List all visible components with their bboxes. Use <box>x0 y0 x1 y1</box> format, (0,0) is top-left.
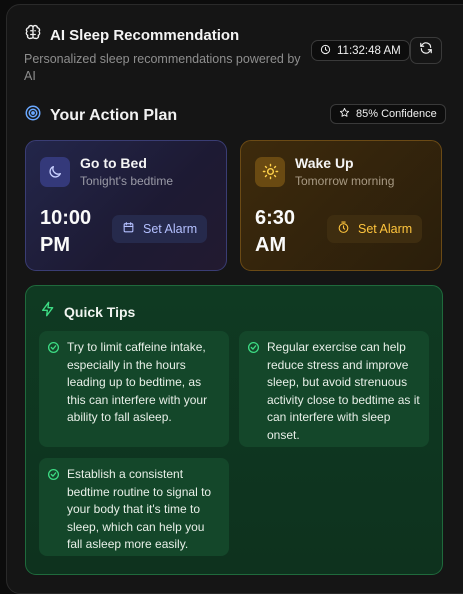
bedtime-title: Go to Bed <box>80 155 147 171</box>
title-row: AI Sleep Recommendation <box>24 24 314 47</box>
set-wake-alarm-button[interactable]: Set Alarm <box>327 215 423 243</box>
tip-item: Establish a consistent bedtime routine t… <box>39 458 229 556</box>
bedtime-value: 10:00 PM <box>40 205 110 259</box>
brain-icon <box>24 24 42 47</box>
wake-hour: 6:30 <box>255 207 296 229</box>
action-plan-title: Your Action Plan <box>50 106 178 124</box>
bedtime-period: PM <box>40 234 70 256</box>
star-icon <box>339 107 350 121</box>
tip-text: Establish a consistent bedtime routine t… <box>67 467 212 551</box>
page-title: AI Sleep Recommendation <box>50 27 240 44</box>
refresh-icon <box>419 41 433 60</box>
wake-subtitle: Tomorrow morning <box>295 174 395 188</box>
clock-icon <box>320 44 331 58</box>
set-wake-alarm-label: Set Alarm <box>358 222 413 236</box>
tip-text: Regular exercise can help reduce stress … <box>267 340 420 442</box>
calendar-icon <box>122 221 135 237</box>
confidence-label: 85% Confidence <box>356 108 437 120</box>
current-time-badge: 11:32:48 AM <box>311 40 410 61</box>
wake-card-header: Wake Up Tomorrow morning <box>255 155 427 188</box>
wake-title: Wake Up <box>295 155 354 171</box>
bedtime-subtitle: Tonight's bedtime <box>80 174 174 188</box>
confidence-badge: 85% Confidence <box>330 104 446 124</box>
bedtime-hour: 10:00 <box>40 207 92 229</box>
timer-icon <box>337 221 350 237</box>
set-bedtime-alarm-label: Set Alarm <box>143 222 198 236</box>
action-plan-heading: Your Action Plan <box>24 104 177 127</box>
tip-text: Try to limit caffeine intake, especially… <box>67 340 208 424</box>
quick-tips-title: Quick Tips <box>64 303 136 320</box>
bedtime-card-header: Go to Bed Tonight's bedtime <box>40 155 212 188</box>
set-bedtime-alarm-button[interactable]: Set Alarm <box>112 215 208 243</box>
wake-period: AM <box>255 234 287 256</box>
sun-icon <box>255 156 285 187</box>
target-icon <box>24 104 42 127</box>
quick-tips-header: Quick Tips <box>40 301 135 322</box>
header: AI Sleep Recommendation Personalized sle… <box>24 24 314 85</box>
quick-tips-card: Quick Tips Try to limit caffeine intake,… <box>25 285 443 575</box>
check-circle-icon <box>47 468 60 487</box>
moon-icon <box>40 156 70 187</box>
current-time: 11:32:48 AM <box>337 44 401 57</box>
check-circle-icon <box>247 341 260 360</box>
wake-value: 6:30 AM <box>255 205 325 259</box>
page-subtitle: Personalized sleep recommendations power… <box>24 52 301 83</box>
refresh-button[interactable] <box>410 37 442 64</box>
lightning-icon <box>40 301 56 322</box>
bedtime-card: Go to Bed Tonight's bedtime 10:00 PM Set… <box>25 140 227 271</box>
tip-item: Try to limit caffeine intake, especially… <box>39 331 229 447</box>
check-circle-icon <box>47 341 60 360</box>
tip-item: Regular exercise can help reduce stress … <box>239 331 429 447</box>
wake-card: Wake Up Tomorrow morning 6:30 AM Set Ala… <box>240 140 442 271</box>
